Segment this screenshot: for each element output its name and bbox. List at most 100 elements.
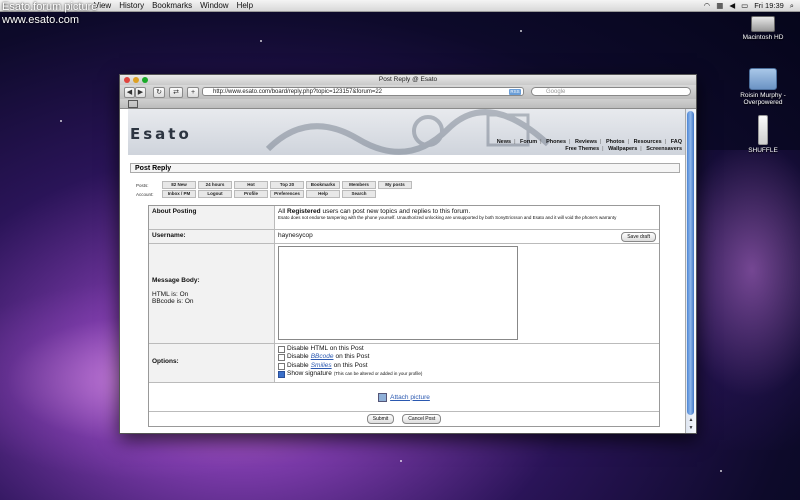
- checkbox[interactable]: [278, 362, 285, 370]
- bbcode-link[interactable]: BBcode: [311, 353, 334, 361]
- tab-new[interactable]: 82 New: [162, 181, 196, 189]
- about-text-bold: Registered: [287, 208, 321, 215]
- add-bookmark-button[interactable]: +: [187, 87, 199, 98]
- tab-search[interactable]: Search: [342, 190, 376, 198]
- forward-button[interactable]: ▶: [135, 87, 146, 98]
- option-show-signature[interactable]: Show signature (This can be altered or a…: [278, 370, 656, 378]
- close-button[interactable]: [124, 77, 130, 83]
- option-label: Disable: [287, 361, 309, 369]
- smilies-link[interactable]: Smilies: [311, 362, 332, 370]
- about-row: About Posting All Registered users can p…: [149, 206, 659, 230]
- menu-help[interactable]: Help: [237, 1, 253, 10]
- nav-free-themes[interactable]: Free Themes: [565, 146, 599, 152]
- submit-row: Submit Cancel Post: [149, 412, 659, 426]
- battery-icon[interactable]: ▭: [741, 1, 748, 10]
- nav-forum[interactable]: Forum: [520, 139, 537, 145]
- picture-icon: [378, 392, 388, 402]
- submit-button[interactable]: Submit: [366, 414, 395, 424]
- option-disable-html[interactable]: Disable HTML on this Post: [278, 345, 656, 353]
- nav-faq[interactable]: FAQ: [671, 139, 682, 145]
- tab-logout[interactable]: Logout: [198, 190, 232, 198]
- folder-icon: [749, 68, 777, 90]
- window-titlebar[interactable]: Post Reply @ Esato: [120, 75, 696, 85]
- site-nav: News | Forum | Phones | Reviews | Photos | Re…: [496, 139, 682, 152]
- checkbox[interactable]: [278, 354, 285, 362]
- tab-24-hours[interactable]: 24 hours: [198, 181, 232, 189]
- desktop-icon-label: Roisin Murphy - Overpowered: [740, 92, 786, 106]
- flag-icon[interactable]: ▦: [716, 1, 723, 10]
- username-label: Username:: [149, 230, 275, 243]
- menu-window[interactable]: Window: [200, 1, 228, 10]
- browser-toolbar: ◀ ▶ ↻ ⇄ + http://www.esato.com/board/rep…: [120, 85, 696, 99]
- rss-badge[interactable]: RSS: [509, 89, 521, 95]
- posts-label: Posts:: [136, 182, 149, 188]
- tab-profile[interactable]: Profile: [234, 190, 268, 198]
- nav-photos[interactable]: Photos: [606, 139, 625, 145]
- posts-tabs: Posts: 82 New 24 hours Hot Top 20 Bookma…: [136, 181, 412, 189]
- checkbox-checked[interactable]: [278, 370, 285, 378]
- account-label: Account:: [136, 191, 154, 197]
- wallpaper-star: [260, 40, 262, 42]
- tab-inbox[interactable]: Inbox / PM: [162, 190, 196, 198]
- desktop-icon-ipod[interactable]: SHUFFLE: [728, 115, 798, 154]
- desktop-icon-label: Macintosh HD: [742, 34, 784, 41]
- tab-members[interactable]: Members: [342, 181, 376, 189]
- back-button[interactable]: ◀: [124, 87, 135, 98]
- nav-wallpapers[interactable]: Wallpapers: [608, 146, 637, 152]
- ipod-shuffle-icon: [758, 115, 768, 145]
- menu-bookmarks[interactable]: Bookmarks: [152, 1, 192, 10]
- vertical-scrollbar[interactable]: ▲ ▼: [685, 109, 696, 433]
- site-logo[interactable]: Esato: [130, 125, 192, 143]
- username-row: Username: haynesycop Save draft: [149, 230, 659, 244]
- message-textarea[interactable]: [278, 246, 518, 340]
- desktop-icon-hd[interactable]: Macintosh HD: [728, 16, 798, 41]
- attach-picture-link[interactable]: Attach picture: [390, 394, 430, 401]
- cancel-post-button[interactable]: Cancel Post: [402, 414, 442, 424]
- bookmarks-bar: [120, 99, 696, 109]
- zoom-button[interactable]: [142, 77, 148, 83]
- nav-resources[interactable]: Resources: [634, 139, 662, 145]
- option-disable-bbcode[interactable]: Disable BBcode on this Post: [278, 353, 656, 362]
- snapback-button[interactable]: ⇄: [169, 87, 183, 98]
- menubar-clock[interactable]: Fri 19:39: [754, 1, 784, 10]
- tab-top-20[interactable]: Top 20: [270, 181, 304, 189]
- tab-help[interactable]: Help: [306, 190, 340, 198]
- wallpaper-star: [520, 30, 522, 32]
- tab-bookmarks[interactable]: Bookmarks: [306, 181, 340, 189]
- checkbox[interactable]: [278, 345, 285, 353]
- tab-preferences[interactable]: Preferences: [270, 190, 304, 198]
- nav-reviews[interactable]: Reviews: [575, 139, 597, 145]
- tab-my-posts[interactable]: My posts: [378, 181, 412, 189]
- nav-news[interactable]: News: [497, 139, 511, 145]
- search-placeholder: Google: [546, 89, 566, 95]
- search-field[interactable]: Google: [531, 87, 691, 96]
- wifi-icon[interactable]: ◠: [704, 1, 711, 10]
- browser-window: Post Reply @ Esato ◀ ▶ ↻ ⇄ + http://www.…: [119, 74, 697, 434]
- address-bar[interactable]: http://www.esato.com/board/reply.php?top…: [202, 87, 524, 96]
- spotlight-icon[interactable]: ⌕: [790, 1, 794, 11]
- desktop-icon-folder[interactable]: Roisin Murphy - Overpowered: [728, 68, 798, 106]
- menu-history[interactable]: History: [119, 1, 144, 10]
- volume-icon[interactable]: ◀: [729, 1, 735, 10]
- scroll-up-arrow[interactable]: ▲: [687, 417, 695, 423]
- desktop-icon-label: SHUFFLE: [748, 147, 778, 154]
- option-disable-smilies[interactable]: Disable Smilies on this Post: [278, 362, 656, 370]
- reload-button[interactable]: ↻: [153, 87, 165, 98]
- nav-screensavers[interactable]: Screensavers: [646, 146, 682, 152]
- option-label: Show signature: [287, 370, 332, 378]
- options-label: Options:: [149, 344, 275, 382]
- nav-phones[interactable]: Phones: [546, 139, 566, 145]
- window-title: Post Reply @ Esato: [378, 76, 438, 83]
- about-text-post: users can post new topics and replies to…: [322, 208, 471, 215]
- show-bookmarks-icon[interactable]: [128, 100, 138, 108]
- about-label: About Posting: [149, 206, 275, 229]
- tab-hot[interactable]: Hot: [234, 181, 268, 189]
- wallpaper-star: [400, 460, 402, 462]
- save-draft-button[interactable]: Save draft: [621, 232, 656, 242]
- wallpaper-star: [720, 470, 722, 472]
- menubar: View History Bookmarks Window Help ◠ ▦ ◀…: [0, 0, 800, 12]
- watermark-overlay: Esato.forum picture www.esato.com: [2, 1, 97, 27]
- scrollbar-thumb[interactable]: [687, 111, 694, 415]
- scroll-down-arrow[interactable]: ▼: [687, 425, 695, 431]
- minimize-button[interactable]: [133, 77, 139, 83]
